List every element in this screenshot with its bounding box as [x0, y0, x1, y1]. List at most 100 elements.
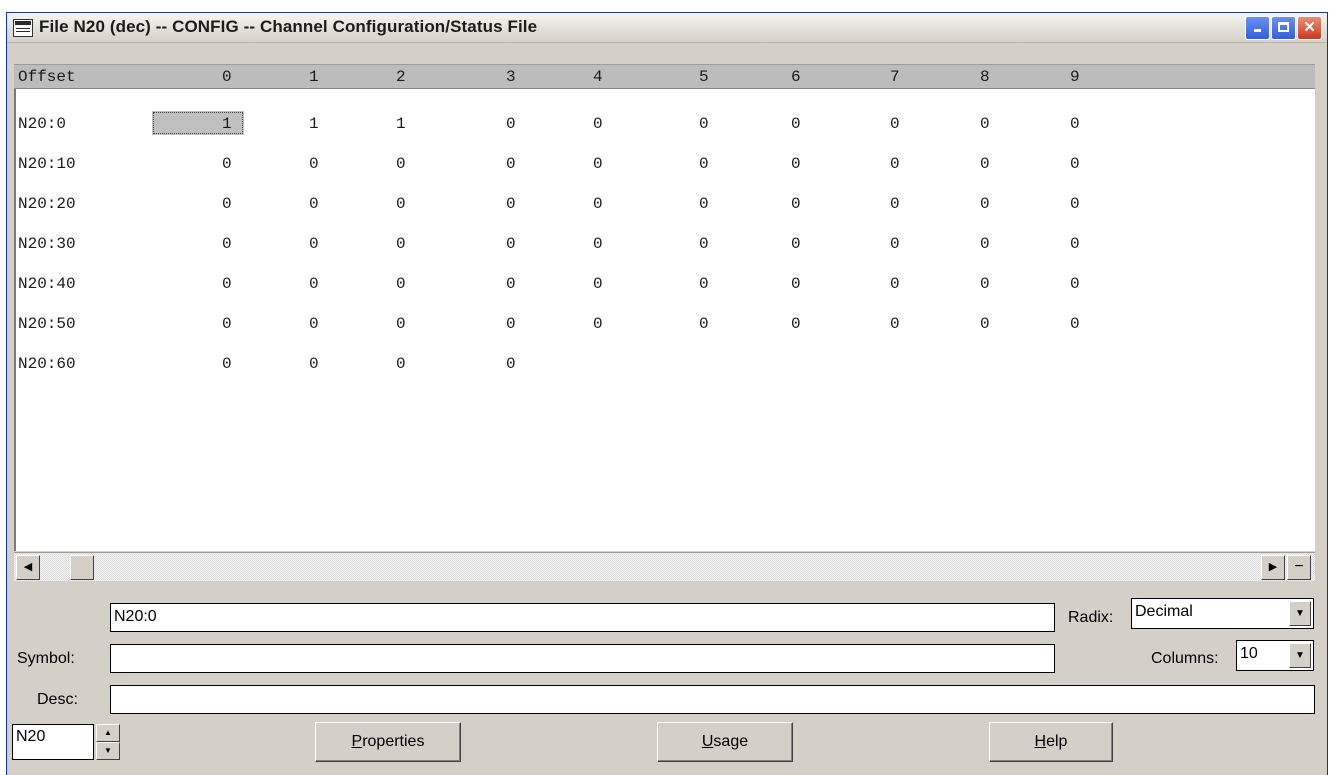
properties-button[interactable]: Properties	[315, 722, 461, 762]
cell[interactable]: 0	[1070, 195, 1080, 213]
cell[interactable]: 0	[890, 315, 900, 333]
cell[interactable]: 0	[791, 315, 801, 333]
cell[interactable]: 0	[791, 195, 801, 213]
chevron-down-icon: ▼	[1295, 650, 1305, 661]
header-col-3: 3	[506, 68, 516, 86]
cell[interactable]: 0	[506, 155, 516, 173]
cell[interactable]: 0	[222, 155, 232, 173]
collapse-button[interactable]: −	[1287, 555, 1311, 580]
cell[interactable]: 0	[506, 275, 516, 293]
cell[interactable]: 0	[396, 275, 406, 293]
scroll-thumb[interactable]	[70, 555, 94, 580]
table-row: N20:20 0 0 0 0 0 0 0 0 0 0	[14, 188, 1315, 228]
scroll-left-button[interactable]: ◀	[16, 555, 40, 580]
cell[interactable]: 0	[980, 235, 990, 253]
spin-down-button[interactable]: ▼	[96, 742, 120, 760]
cell[interactable]: 0	[791, 235, 801, 253]
cell[interactable]: 1	[222, 115, 232, 133]
cell[interactable]: 0	[396, 355, 406, 373]
cell[interactable]: 0	[890, 235, 900, 253]
cell[interactable]: 0	[1070, 315, 1080, 333]
cell[interactable]: 0	[1070, 275, 1080, 293]
cell[interactable]: 0	[506, 195, 516, 213]
cell[interactable]: 0	[699, 275, 709, 293]
cell[interactable]: 0	[593, 315, 603, 333]
cell[interactable]: 0	[309, 275, 319, 293]
left-arrow-icon: ◀	[23, 561, 33, 573]
columns-select[interactable]: 10 ▼	[1236, 640, 1314, 671]
cell[interactable]: 0	[506, 235, 516, 253]
cell[interactable]: 0	[396, 315, 406, 333]
address-field[interactable]: N20:0	[110, 603, 1055, 632]
cell[interactable]: 0	[699, 235, 709, 253]
cell[interactable]: 0	[890, 115, 900, 133]
cell[interactable]: 0	[791, 275, 801, 293]
table-row: N20:30 0 0 0 0 0 0 0 0 0 0	[14, 228, 1315, 268]
cell[interactable]: 0	[593, 155, 603, 173]
table-row: N20:10 0 0 0 0 0 0 0 0 0 0	[14, 148, 1315, 188]
cell[interactable]: 0	[593, 235, 603, 253]
cell[interactable]: 0	[980, 275, 990, 293]
down-arrow-icon: ▼	[104, 746, 112, 755]
spin-up-button[interactable]: ▲	[96, 724, 120, 742]
cell[interactable]: 0	[699, 115, 709, 133]
cell[interactable]: 0	[791, 155, 801, 173]
chevron-down-icon: ▼	[1295, 608, 1305, 619]
cell[interactable]: 0	[980, 115, 990, 133]
cell[interactable]: 0	[396, 155, 406, 173]
cell[interactable]: 0	[890, 275, 900, 293]
radix-value: Decimal	[1135, 603, 1193, 620]
cell[interactable]: 1	[309, 115, 319, 133]
row-offset: N20:20	[18, 195, 76, 213]
row-offset: N20:30	[18, 235, 76, 253]
radix-select[interactable]: Decimal ▼	[1131, 598, 1314, 629]
table-row: N20:60 0 0 0 0	[14, 348, 1315, 388]
maximize-button[interactable]	[1271, 16, 1296, 40]
cell[interactable]: 0	[593, 115, 603, 133]
minus-icon: −	[1294, 558, 1304, 575]
scroll-right-button[interactable]: ▶	[1261, 555, 1285, 580]
cell[interactable]: 1	[396, 115, 406, 133]
cell[interactable]: 0	[890, 155, 900, 173]
symbol-field[interactable]	[110, 644, 1055, 673]
minimize-button[interactable]	[1245, 16, 1270, 40]
cell[interactable]: 0	[1070, 235, 1080, 253]
cell[interactable]: 0	[222, 195, 232, 213]
cell[interactable]: 0	[396, 195, 406, 213]
cell[interactable]: 0	[791, 115, 801, 133]
cell[interactable]: 0	[593, 275, 603, 293]
cell[interactable]: 0	[506, 315, 516, 333]
cell[interactable]: 0	[1070, 155, 1080, 173]
cell[interactable]: 0	[980, 315, 990, 333]
usage-button[interactable]: Usage	[657, 722, 793, 762]
desc-field[interactable]	[110, 685, 1315, 714]
cell[interactable]: 0	[309, 155, 319, 173]
cell[interactable]: 0	[1070, 115, 1080, 133]
cell[interactable]: 0	[699, 195, 709, 213]
title-bar[interactable]: File N20 (dec) -- CONFIG -- Channel Conf…	[7, 13, 1327, 43]
columns-dropdown-button[interactable]: ▼	[1289, 643, 1311, 668]
cell[interactable]: 0	[309, 355, 319, 373]
cell[interactable]: 0	[506, 115, 516, 133]
close-button[interactable]: ✕	[1297, 16, 1322, 40]
cell[interactable]: 0	[699, 315, 709, 333]
cell[interactable]: 0	[980, 155, 990, 173]
cell[interactable]: 0	[222, 315, 232, 333]
cell[interactable]: 0	[506, 355, 516, 373]
cell[interactable]: 0	[309, 315, 319, 333]
radix-dropdown-button[interactable]: ▼	[1289, 601, 1311, 626]
cell[interactable]: 0	[593, 195, 603, 213]
file-spinner[interactable]: ▲ ▼	[96, 724, 120, 760]
cell[interactable]: 0	[222, 235, 232, 253]
cell[interactable]: 0	[699, 155, 709, 173]
cell[interactable]: 0	[309, 195, 319, 213]
help-button[interactable]: Help	[989, 722, 1113, 762]
horizontal-scrollbar[interactable]: ◀ ▶ −	[14, 552, 1315, 581]
cell[interactable]: 0	[222, 275, 232, 293]
cell[interactable]: 0	[890, 195, 900, 213]
cell[interactable]: 0	[396, 235, 406, 253]
cell[interactable]: 0	[980, 195, 990, 213]
file-selector-input[interactable]: N20	[12, 724, 94, 760]
cell[interactable]: 0	[222, 355, 232, 373]
cell[interactable]: 0	[309, 235, 319, 253]
